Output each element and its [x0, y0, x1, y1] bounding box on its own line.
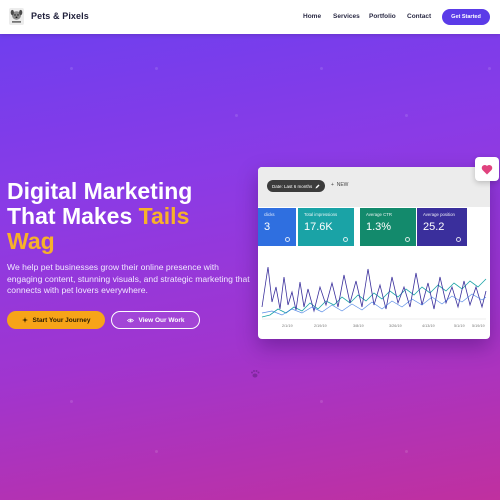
x-tick: 5/1/19 — [454, 324, 465, 328]
hero-subtitle: We help pet businesses grow their online… — [7, 262, 250, 295]
eye-icon — [126, 318, 134, 322]
decorative-dot — [235, 114, 238, 117]
decorative-dot — [320, 67, 323, 70]
hero-title-line1: Digital Marketing — [7, 178, 193, 204]
impressions-line — [261, 278, 487, 318]
help-icon — [405, 237, 410, 242]
help-icon — [285, 237, 290, 242]
pencil-icon — [315, 184, 320, 188]
decorative-dot — [155, 67, 158, 70]
metric-value: 25.2 — [423, 221, 445, 233]
new-filter-button: + NEW — [331, 182, 349, 188]
decorative-dot — [155, 450, 158, 453]
x-tick: 2/19/19 — [314, 324, 327, 328]
nav-link-portfolio[interactable]: Portfolio — [369, 13, 396, 20]
metric-tile-ctr: Average CTR 1.3% — [360, 208, 416, 246]
view-work-label: View Our Work — [138, 316, 185, 324]
hero-title-line3: Wag — [7, 228, 55, 254]
performance-line-chart: 2/1/19 2/19/19 3/8/19 3/26/19 4/13/19 5/… — [261, 266, 487, 328]
paw-print-icon — [251, 370, 260, 378]
metric-label: clicks — [264, 212, 275, 217]
hero-title: Digital Marketing That Makes Tails Wag — [7, 179, 247, 254]
dashboard-toolbar: Date: Last 6 months + NEW — [258, 167, 490, 207]
decorative-dot — [70, 400, 73, 403]
x-tick: 2/1/19 — [282, 324, 293, 328]
decorative-dot — [405, 114, 408, 117]
heart-icon — [481, 164, 493, 174]
nav-link-services[interactable]: Services — [333, 13, 360, 20]
decorative-dot — [488, 67, 491, 70]
metric-label: Average position — [423, 212, 455, 217]
start-journey-label: Start Your Journey — [32, 316, 91, 324]
metric-value: 1.3% — [366, 221, 392, 233]
x-tick: 5/19/19 — [472, 324, 485, 328]
brand-name[interactable]: Pets & Pixels — [31, 11, 89, 21]
metric-tile-position: Average position 25.2 — [417, 208, 467, 246]
metric-tile-impressions: Total impressions 17.6K — [298, 208, 354, 246]
date-range-filter: Date: Last 6 months — [267, 180, 326, 192]
sparkle-icon — [21, 317, 28, 323]
new-filter-label: NEW — [336, 182, 349, 188]
decorative-dot — [405, 450, 408, 453]
nav-link-contact[interactable]: Contact — [407, 13, 431, 20]
top-navbar: Pets & Pixels Home Services Portfolio Co… — [0, 0, 500, 34]
help-icon — [456, 237, 461, 242]
x-tick: 4/13/19 — [422, 324, 435, 328]
x-tick: 3/8/19 — [353, 324, 364, 328]
hero-title-line2: That Makes — [7, 203, 139, 229]
nav-link-home[interactable]: Home — [303, 13, 321, 20]
metric-label: Total impressions — [304, 212, 338, 217]
metric-value: 17.6K — [304, 221, 333, 233]
decorative-dot — [70, 67, 73, 70]
metric-tile-clicks: clicks 3 — [258, 208, 296, 246]
metric-value: 3 — [264, 221, 271, 233]
x-tick: 3/26/19 — [389, 324, 402, 328]
get-started-button[interactable]: Get Started — [442, 9, 490, 25]
decorative-dot — [320, 400, 323, 403]
favorite-button[interactable] — [475, 157, 499, 181]
analytics-dashboard-image: Date: Last 6 months + NEW clicks 3 Total… — [258, 167, 490, 339]
date-range-label: Date: Last 6 months — [272, 183, 313, 189]
help-icon — [343, 237, 348, 242]
view-work-button[interactable]: View Our Work — [111, 311, 200, 329]
dog-logo-icon[interactable] — [9, 8, 24, 25]
position-line — [261, 266, 487, 313]
hero-title-highlight: Tails — [138, 203, 190, 229]
start-journey-button[interactable]: Start Your Journey — [7, 311, 105, 329]
metric-label: Average CTR — [366, 212, 392, 217]
